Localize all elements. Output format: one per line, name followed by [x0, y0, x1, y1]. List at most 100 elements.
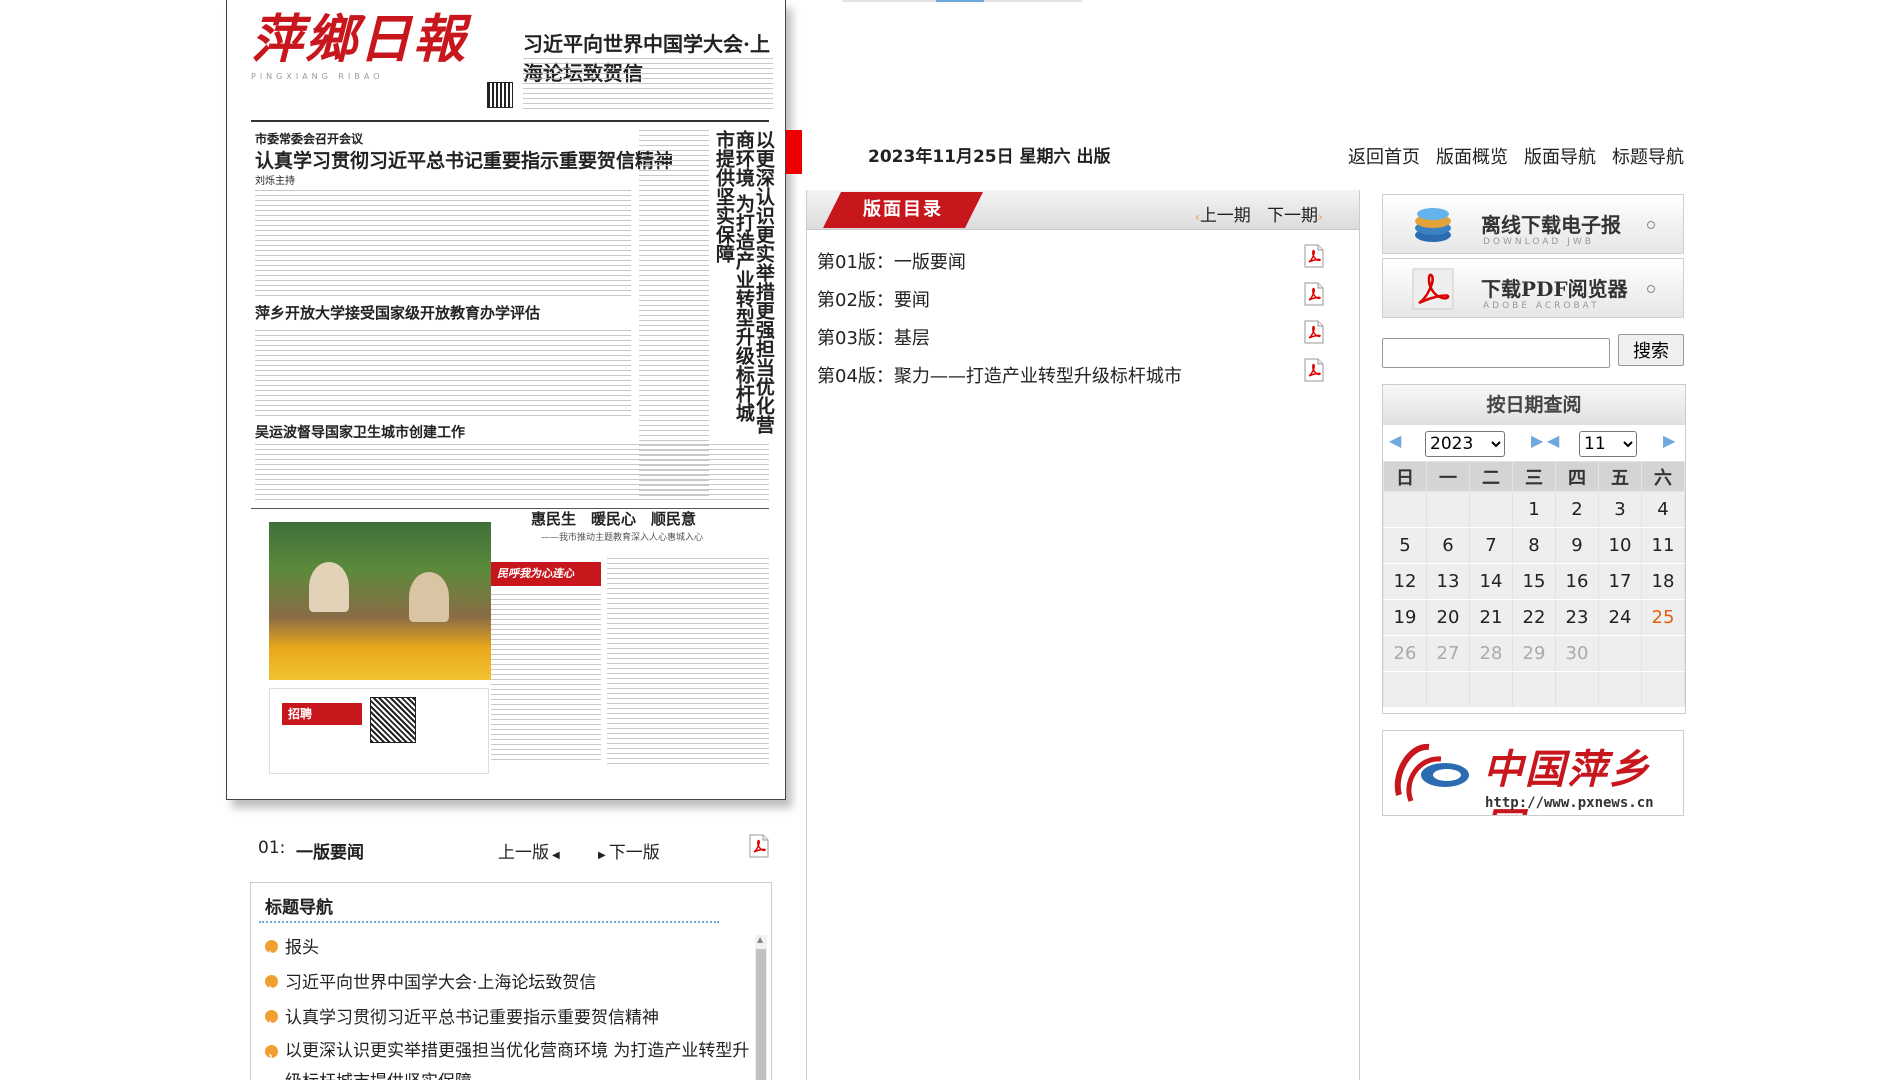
nav-home[interactable]: 返回首页: [1348, 143, 1420, 169]
scroll-up-icon[interactable]: ▲: [757, 935, 763, 944]
calendar-day[interactable]: 24: [1598, 599, 1642, 636]
calendar-empty-cell: [1512, 671, 1556, 708]
paper-section-sub: ——我市推动主题教育深入人心惠城入心: [541, 533, 704, 543]
calendar-day[interactable]: 4: [1641, 491, 1685, 528]
title-nav-scrollbar[interactable]: ▲: [755, 935, 767, 1080]
pdf-icon[interactable]: [1303, 358, 1325, 382]
masthead-title: 萍鄉日報: [251, 9, 468, 70]
calendar-day[interactable]: 5: [1383, 527, 1427, 564]
title-nav-item[interactable]: 报头: [265, 931, 745, 971]
paper-section-kicker: 市委常委会召开会议: [255, 132, 364, 146]
calendar-day[interactable]: 21: [1469, 599, 1513, 636]
weekday-header: 六: [1641, 461, 1685, 492]
red-accent-tab: [786, 130, 802, 174]
nav-title-navigation[interactable]: 标题导航: [1612, 143, 1684, 169]
calendar-empty-cell: [1555, 671, 1599, 708]
directory-item[interactable]: 第02版：要闻: [817, 282, 1347, 324]
calendar-empty-cell: [1426, 671, 1470, 708]
title-nav-list: 报头 习近平向世界中国学大会·上海论坛致贺信 认真学习贯彻习近平总书记重要指示重…: [265, 931, 765, 1080]
calendar-day[interactable]: 9: [1555, 527, 1599, 564]
pdf-reader-title: 下载PDF阅览器: [1481, 277, 1628, 301]
calendar-empty-cell: [1469, 491, 1513, 528]
pdf-icon[interactable]: [748, 834, 770, 858]
calendar-day[interactable]: 10: [1598, 527, 1642, 564]
next-year-icon[interactable]: ▶: [1531, 431, 1543, 450]
pdf-icon[interactable]: [1303, 320, 1325, 344]
prev-year-icon[interactable]: ◀: [1389, 431, 1401, 450]
calendar-grid: 日一二三四五六 1 2 3 4 5 6 7 8 9 10 11 12 13 14 15 16 17 18 19 20 2…: [1383, 461, 1685, 708]
calendar-day[interactable]: 20: [1426, 599, 1470, 636]
title-nav-item[interactable]: 习近平向世界中国学大会·上海论坛致贺信: [265, 966, 745, 1006]
prev-page-link[interactable]: 上一版 ◀: [498, 838, 560, 863]
calendar-day[interactable]: 14: [1469, 563, 1513, 600]
chevron-right-icon: ›: [1318, 210, 1323, 224]
calendar-day[interactable]: 23: [1555, 599, 1599, 636]
year-select[interactable]: 2023: [1425, 431, 1505, 457]
month-select[interactable]: 11: [1579, 431, 1637, 457]
paper-section-title: 萍乡开放大学接受国家级开放教育办学评估: [255, 304, 541, 322]
calendar-day[interactable]: 25: [1641, 599, 1685, 636]
calendar-day[interactable]: 6: [1426, 527, 1470, 564]
pxnews-logo-link[interactable]: 中国萍乡网 http://www.pxnews.cn: [1382, 730, 1684, 816]
paper-section-title: 认真学习贯彻习近平总书记重要指示重要贺信精神: [255, 150, 674, 172]
paper-section-sub: 刘烁主持: [255, 176, 295, 187]
nav-page-overview[interactable]: 版面概览: [1436, 143, 1508, 169]
calendar-day[interactable]: 8: [1512, 527, 1556, 564]
paper-section-title: 吴运波督导国家卫生城市创建工作: [255, 425, 465, 441]
prev-page-label: 上一版: [498, 843, 549, 863]
next-page-link[interactable]: ▶ 下一版: [598, 838, 660, 863]
calendar-day: 26: [1383, 635, 1427, 672]
calendar-day[interactable]: 1: [1512, 491, 1556, 528]
download-pdf-reader-button[interactable]: 下载PDF阅览器 ADOBE ACROBAT: [1382, 258, 1684, 318]
nav-page-navigation[interactable]: 版面导航: [1524, 143, 1596, 169]
prev-issue-label: 上一期: [1199, 206, 1251, 226]
calendar-day[interactable]: 12: [1383, 563, 1427, 600]
weekday-header: 二: [1469, 461, 1513, 492]
directory-tag: 版面目录: [823, 192, 983, 228]
calendar-day[interactable]: 15: [1512, 563, 1556, 600]
title-nav-item-label: 报头: [285, 938, 319, 958]
calendar-day[interactable]: 2: [1555, 491, 1599, 528]
pdf-icon[interactable]: [1303, 282, 1325, 306]
calendar-day[interactable]: 17: [1598, 563, 1642, 600]
weekday-header: 五: [1598, 461, 1642, 492]
directory-item-label: 第02版：要闻: [817, 290, 930, 311]
calendar-day[interactable]: 11: [1641, 527, 1685, 564]
page-number: 01:: [258, 838, 286, 858]
next-month-icon[interactable]: ▶: [1663, 431, 1675, 450]
issue-date: 2023年11月25日 星期六 出版: [868, 147, 1111, 167]
newspaper-page-preview[interactable]: 萍鄉日報 PINGXIANG RIBAO 习近平向世界中国学大会·上海论坛致贺信…: [226, 0, 786, 800]
paper-ad-label: 招聘: [282, 703, 362, 725]
directory-item[interactable]: 第04版：聚力——打造产业转型升级标杆城市: [817, 358, 1347, 400]
directory-item[interactable]: 第01版：一版要闻: [817, 244, 1347, 286]
calendar-day[interactable]: 7: [1469, 527, 1513, 564]
title-nav-item[interactable]: 认真学习贯彻习近平总书记重要指示重要贺信精神: [265, 1001, 745, 1041]
title-nav-item[interactable]: 以更深认识更实举措更强担当优化营商环境 为打造产业转型升级标杆城市提供坚实保障: [265, 1036, 765, 1080]
paper-red-banner: 民呼我为心连心: [491, 562, 601, 586]
calendar-day[interactable]: 18: [1641, 563, 1685, 600]
directory-item[interactable]: 第03版：基层: [817, 320, 1347, 362]
paper-ad-qr-code: [370, 697, 416, 743]
search-input[interactable]: [1382, 338, 1610, 368]
prev-issue-link[interactable]: ‹上一期: [1195, 201, 1251, 226]
calendar-day[interactable]: 19: [1383, 599, 1427, 636]
pxnews-url: http://www.pxnews.cn: [1485, 795, 1654, 811]
calendar-day: 27: [1426, 635, 1470, 672]
calendar-empty-cell: [1383, 491, 1427, 528]
calendar-empty-cell: [1641, 635, 1685, 672]
search-button[interactable]: 搜索: [1618, 334, 1684, 366]
download-epaper-button[interactable]: 离线下载电子报 DOWNLOAD JWB: [1382, 194, 1684, 254]
paper-text-block: [255, 190, 631, 300]
calendar-day[interactable]: 16: [1555, 563, 1599, 600]
calendar-empty-cell: [1426, 491, 1470, 528]
calendar-empty-cell: [1598, 635, 1642, 672]
dotted-divider: [259, 921, 719, 923]
calendar-day[interactable]: 3: [1598, 491, 1642, 528]
calendar-day[interactable]: 13: [1426, 563, 1470, 600]
scrollbar-thumb[interactable]: [756, 949, 766, 1080]
calendar-day[interactable]: 22: [1512, 599, 1556, 636]
paper-text-block: [491, 594, 601, 764]
next-issue-link[interactable]: 下一期›: [1267, 201, 1323, 226]
prev-month-icon[interactable]: ◀: [1547, 431, 1559, 450]
pdf-icon[interactable]: [1303, 244, 1325, 268]
